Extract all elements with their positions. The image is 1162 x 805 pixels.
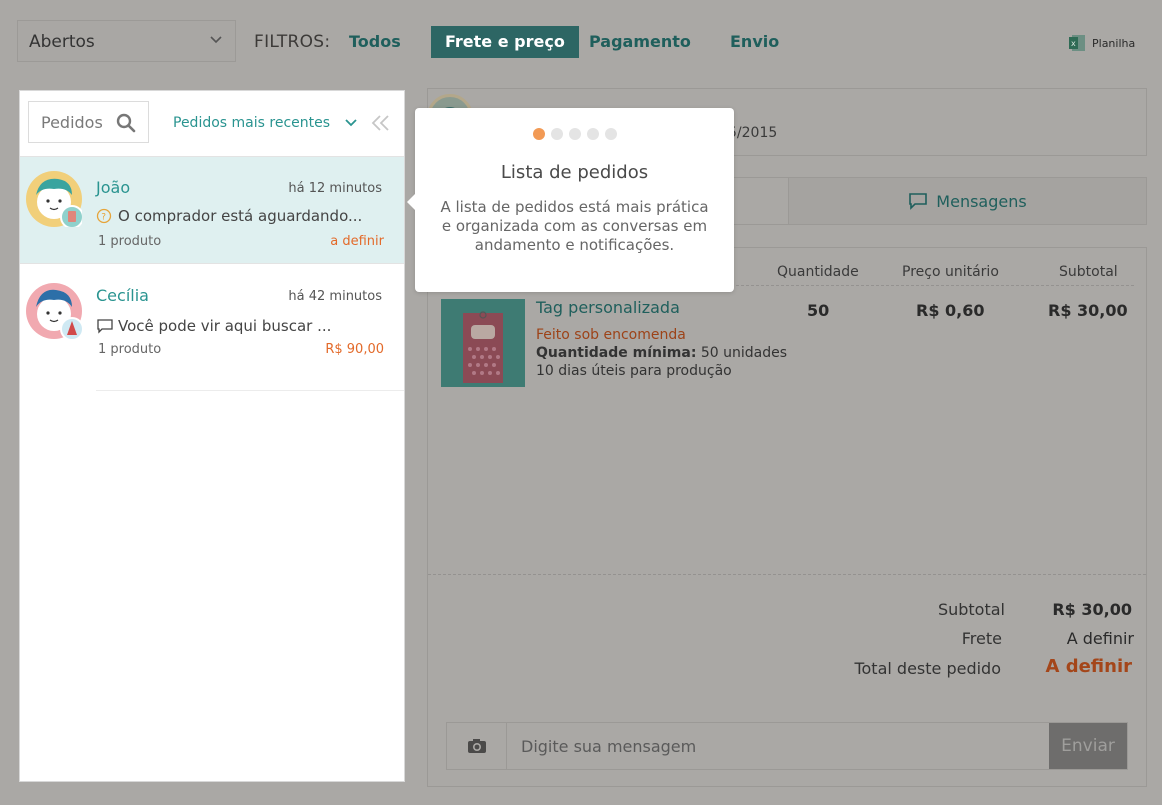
message-input[interactable] <box>521 723 1041 769</box>
planilha-label: Planilha <box>1092 36 1136 50</box>
order-item[interactable]: João há 12 minutos ? O comprador está ag… <box>20 156 404 264</box>
col-quantidade: Quantidade <box>777 264 859 280</box>
filter-envio[interactable]: Envio <box>730 26 779 58</box>
order-date: 5/2015 <box>728 125 778 141</box>
avatar <box>26 171 82 227</box>
order-last-message: ? O comprador está aguardando... <box>96 207 362 225</box>
camera-button[interactable] <box>447 723 507 769</box>
subtotal-value: R$ 30,00 <box>1052 600 1132 619</box>
search-icon[interactable] <box>116 113 136 133</box>
product-unit-price: R$ 0,60 <box>916 301 985 320</box>
top-bar: Abertos FILTROS: Todos Frete e preço Pag… <box>0 0 1162 80</box>
total-value: A definir <box>1045 656 1133 677</box>
step-dot[interactable] <box>568 128 581 140</box>
product-name[interactable]: Tag personalizada <box>536 298 680 317</box>
send-button[interactable]: Enviar <box>1049 723 1127 769</box>
sort-label: Pedidos mais recentes <box>173 115 331 131</box>
order-buyer-name: Cecília <box>96 286 149 305</box>
order-time: há 42 minutos <box>288 289 382 304</box>
order-price: R$ 90,00 <box>325 342 384 357</box>
onboarding-tooltip: Lista de pedidos A lista de pedidos está… <box>407 108 734 292</box>
chevron-down-icon <box>210 36 222 44</box>
made-to-order-label: Feito sob encomenda <box>536 327 686 343</box>
min-quantity-value: 50 unidades <box>700 345 788 361</box>
filters-label: FILTROS: <box>254 32 331 52</box>
speech-bubble-icon <box>97 319 113 334</box>
filter-frete-e-preco[interactable]: Frete e preço <box>431 26 579 58</box>
sort-dropdown[interactable]: Pedidos mais recentes <box>173 115 358 131</box>
min-quantity-label: Quantidade mínima: <box>536 345 697 361</box>
speech-bubble-icon <box>909 193 928 210</box>
order-item[interactable]: Cecília há 42 minutos Você pode vir aqui… <box>20 265 404 373</box>
camera-icon <box>467 739 486 753</box>
order-price: a definir <box>330 234 384 249</box>
tab-mensagens-label: Mensagens <box>936 191 1027 211</box>
collapse-left-icon[interactable] <box>370 113 392 133</box>
avatar <box>26 283 82 339</box>
step-dot[interactable] <box>586 128 599 140</box>
order-product-count: 1 produto <box>98 342 162 357</box>
order-time: há 12 minutos <box>288 181 382 196</box>
list-divider <box>96 390 404 391</box>
status-select-value: Abertos <box>29 32 95 52</box>
svg-text:?: ? <box>101 213 106 223</box>
orders-search <box>28 101 149 143</box>
step-indicator <box>415 128 734 140</box>
order-last-message-text: Você pode vir aqui buscar ... <box>118 317 332 335</box>
order-last-message: Você pode vir aqui buscar ... <box>96 317 331 335</box>
subtotal-label: Subtotal <box>937 600 1005 619</box>
excel-icon: x <box>1069 35 1085 51</box>
order-buyer-name: João <box>96 178 131 197</box>
step-dot[interactable] <box>550 128 563 140</box>
shipping-value: A definir <box>1066 629 1134 648</box>
totals-divider <box>428 574 1146 575</box>
order-detail: Quantidade Preço unitário Subtotal Tag p… <box>427 247 1147 787</box>
step-dot[interactable] <box>604 128 617 140</box>
filter-pagamento[interactable]: Pagamento <box>589 26 691 58</box>
step-dot-active[interactable] <box>532 128 545 140</box>
message-bar: Enviar <box>446 722 1128 770</box>
chevron-down-icon <box>345 119 357 127</box>
tab-mensagens[interactable]: Mensagens <box>788 178 1146 224</box>
product-thumbnail[interactable] <box>441 299 525 387</box>
product-subtotal: R$ 30,00 <box>1048 301 1128 320</box>
svg-text:x: x <box>1071 39 1076 48</box>
shipping-label: Frete <box>961 629 1002 648</box>
orders-panel: Pedidos mais recentes João há 12 minutos… <box>19 90 405 782</box>
status-select[interactable]: Abertos <box>17 20 236 62</box>
production-days: 10 dias úteis para produção <box>536 363 732 379</box>
tooltip-title: Lista de pedidos <box>500 162 649 183</box>
question-circle-icon: ? <box>96 208 112 224</box>
order-product-count: 1 produto <box>98 234 162 249</box>
total-label: Total deste pedido <box>854 659 1001 678</box>
tooltip-body: A lista de pedidos está mais prática e o… <box>440 198 709 254</box>
col-subtotal: Subtotal <box>1059 264 1118 280</box>
search-input[interactable] <box>29 102 109 142</box>
filter-todos[interactable]: Todos <box>349 26 401 58</box>
min-quantity: Quantidade mínima: 50 unidades <box>536 345 787 361</box>
order-last-message-text: O comprador está aguardando... <box>118 207 363 225</box>
planilha-link[interactable]: x Planilha <box>1068 34 1135 52</box>
product-quantity: 50 <box>807 301 830 320</box>
col-preco-unitario: Preço unitário <box>902 264 999 280</box>
